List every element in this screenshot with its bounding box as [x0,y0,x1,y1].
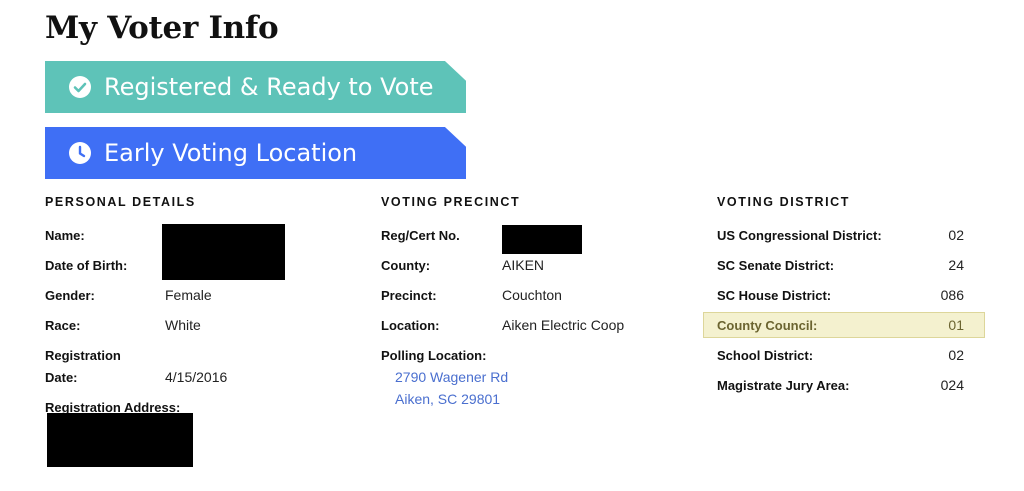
district-row-value: 01 [948,317,964,333]
district-row-label: US Congressional District: [717,228,882,243]
redacted-reg-cert [502,225,582,254]
district-row-label: Magistrate Jury Area: [717,378,850,393]
district-row-value: 02 [948,227,964,243]
polling-address-line1-link[interactable]: 2790 Wagener Rd [395,369,508,385]
registered-status-label: Registered & Ready to Vote [104,73,434,101]
registration-date-label: Date: [45,370,78,385]
district-row-label: SC House District: [717,288,832,303]
location-value: Aiken Electric Coop [502,317,625,333]
registered-status-banner: Registered & Ready to Vote [45,61,466,113]
gender-label: Gender: [45,288,95,303]
registration-date-value: 4/15/2016 [165,369,228,385]
personal-details-heading: PERSONAL DETAILS [45,195,196,209]
county-value: AIKEN [502,257,545,273]
location-label: Location: [381,318,440,333]
redacted-name-dob [162,224,285,280]
district-row-value: 024 [940,377,964,393]
district-row-value: 24 [948,257,964,273]
district-row-value: 02 [948,347,964,363]
name-label: Name: [45,228,85,243]
early-voting-location-label: Early Voting Location [104,139,358,167]
county-label: County: [381,258,431,273]
precinct-label: Precinct: [381,288,437,303]
date-of-birth-label: Date of Birth: [45,258,128,273]
early-voting-location-button[interactable]: Early Voting Location [45,127,466,179]
district-row-value: 086 [940,287,964,303]
precinct-value: Couchton [502,287,562,303]
reg-cert-label: Reg/Cert No. [381,228,460,243]
district-row-label: County Council: [717,318,818,333]
race-value: White [165,317,201,333]
polling-location-label: Polling Location: [381,348,487,363]
race-label: Race: [45,318,81,333]
redacted-address [47,413,193,467]
voting-district-heading: VOTING DISTRICT [717,195,851,209]
district-row-label: School District: [717,348,814,363]
district-row-label: SC Senate District: [717,258,835,273]
voting-precinct-heading: VOTING PRECINCT [381,195,521,209]
registration-label: Registration [45,348,121,363]
page-title: My Voter Info [45,10,279,46]
gender-value: Female [165,287,212,303]
polling-address-line2-link[interactable]: Aiken, SC 29801 [395,391,500,407]
check-circle-icon [69,76,91,98]
clock-icon [69,142,91,164]
